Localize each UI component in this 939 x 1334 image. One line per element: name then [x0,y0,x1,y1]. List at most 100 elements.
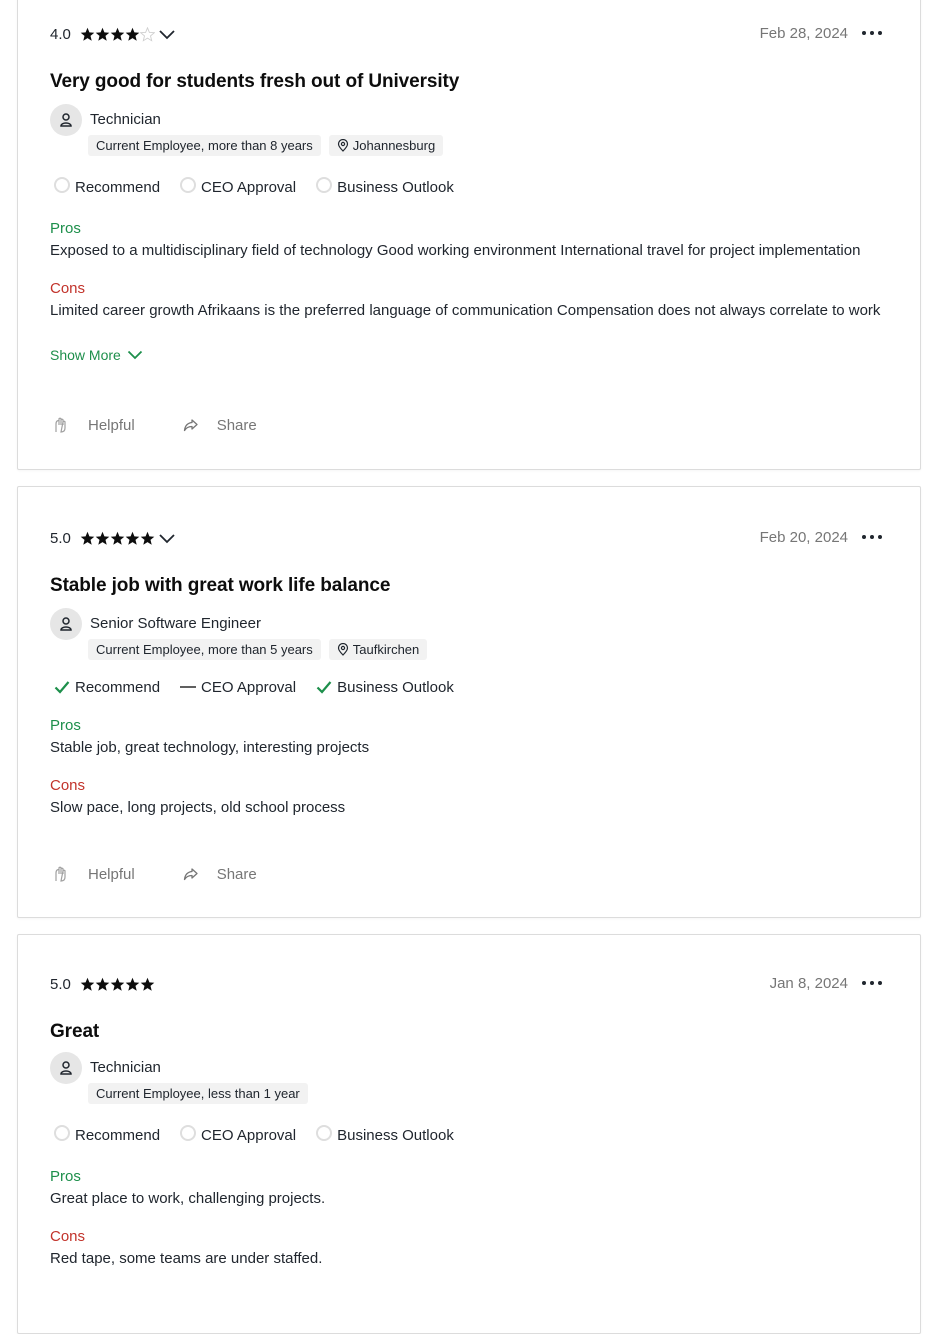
star-icon [110,531,125,545]
more-horizontal-icon[interactable] [862,535,882,539]
pros-text: Exposed to a multidisciplinary field of … [50,242,861,259]
more-horizontal-icon[interactable] [862,981,882,985]
cons-label: Cons [50,280,86,297]
empty-circle-icon [52,177,72,196]
review-actions: Helpful Share [52,865,257,883]
location-label: Johannesburg [352,138,436,153]
share-label: Share [216,416,257,434]
star-icon [80,531,95,545]
location-label: Taufkirchen [352,642,420,657]
review-title[interactable]: Stable job with great work life balance [50,575,390,597]
review-date: Feb 20, 2024 [759,529,848,546]
star-icon [95,531,110,545]
helpful-hands-icon [55,417,66,433]
recommend-label: Recommend [75,178,161,196]
location-pin-icon [337,643,348,656]
job-title: Technician [90,1059,161,1076]
recommend-rating: Recommend [52,1125,161,1144]
recommend-rating: Recommend [52,678,160,696]
share-button[interactable]: Share [183,417,257,434]
neutral-dash-icon [178,678,198,696]
star-icon [95,27,110,41]
star-icon [140,27,155,42]
cons-text: Slow pace, long projects, old school pro… [50,799,346,816]
business-outlook-label: Business Outlook [337,678,454,696]
star-rating [80,977,155,992]
employment-tags: Current Employee, more than 5 years Tauf… [88,639,428,660]
star-icon [110,27,125,41]
pros-label: Pros [50,717,81,734]
recommend-label: Recommend [75,1126,161,1144]
cons-label: Cons [50,1228,86,1245]
employment-tag: Current Employee, more than 8 years [88,135,321,156]
pros-text: Great place to work, challenging project… [50,1190,326,1207]
star-icon [140,977,155,991]
ratings-row: Recommend CEO Approval Business Outlook [52,177,472,196]
employment-tag: Current Employee, less than 1 year [88,1083,308,1104]
show-more-button[interactable]: Show More [50,347,143,363]
empty-circle-icon [314,1125,334,1144]
ceo-approval-rating: CEO Approval [178,177,297,196]
business-outlook-label: Business Outlook [337,1126,454,1144]
star-icon [95,977,110,991]
rating-value: 5.0 [50,530,71,547]
empty-circle-icon [178,1125,198,1144]
star-icon [110,977,125,991]
employment-tags: Current Employee, less than 1 year [88,1083,308,1104]
location-tag: Taufkirchen [328,639,428,660]
business-outlook-rating: Business Outlook [314,177,454,196]
ratings-row: Recommend CEO Approval Business Outlook [52,678,472,696]
recommend-label: Recommend [75,678,161,696]
helpful-button[interactable]: Helpful [52,416,135,434]
review-date: Feb 28, 2024 [759,25,848,42]
location-tag: Johannesburg [328,135,444,156]
star-icon [80,977,95,991]
chevron-down-icon[interactable] [158,29,176,41]
ceo-approval-rating: CEO Approval [178,678,296,696]
pros-label: Pros [50,1168,81,1185]
cons-text: Red tape, some teams are under staffed. [50,1250,323,1267]
rating-value: 4.0 [50,26,71,43]
business-outlook-rating: Business Outlook [314,678,454,696]
person-icon [50,608,82,640]
more-horizontal-icon[interactable] [862,31,882,35]
business-outlook-label: Business Outlook [337,178,454,196]
share-button[interactable]: Share [183,866,257,883]
check-icon [52,678,72,696]
star-icon [125,977,140,991]
rating-value: 5.0 [50,976,71,993]
location-pin-icon [337,139,348,152]
chevron-down-icon[interactable] [158,533,176,545]
business-outlook-rating: Business Outlook [314,1125,454,1144]
person-icon [50,104,82,136]
star-icon [125,531,140,545]
cons-text: Limited career growth Afrikaans is the p… [50,302,881,319]
helpful-label: Helpful [88,416,135,434]
empty-circle-icon [52,1125,72,1144]
helpful-hands-icon [55,866,66,882]
show-more-label: Show More [50,347,121,363]
share-arrow-icon [183,868,198,881]
review-title[interactable]: Very good for students fresh out of Univ… [50,71,459,93]
job-title: Senior Software Engineer [90,615,261,632]
chevron-down-icon [127,350,142,360]
check-icon [314,678,334,696]
ceo-approval-label: CEO Approval [201,178,297,196]
helpful-button[interactable]: Helpful [52,865,135,883]
star-icon [140,531,155,545]
star-rating [80,27,155,42]
star-rating [80,531,155,546]
person-icon [50,1052,82,1084]
pros-label: Pros [50,220,81,237]
review-title[interactable]: Great [50,1021,99,1043]
star-icon [125,27,140,41]
review-card: 4.0 Feb 28, 2024 Very good for students … [17,0,921,470]
pros-text: Stable job, great technology, interestin… [50,739,370,756]
cons-label: Cons [50,777,86,794]
review-card: 5.0 Feb 20, 2024 Stable job with great w… [17,486,921,918]
share-arrow-icon [183,419,198,432]
recommend-rating: Recommend [52,177,161,196]
helpful-label: Helpful [88,865,135,883]
empty-circle-icon [314,177,334,196]
ceo-approval-rating: CEO Approval [178,1125,296,1144]
